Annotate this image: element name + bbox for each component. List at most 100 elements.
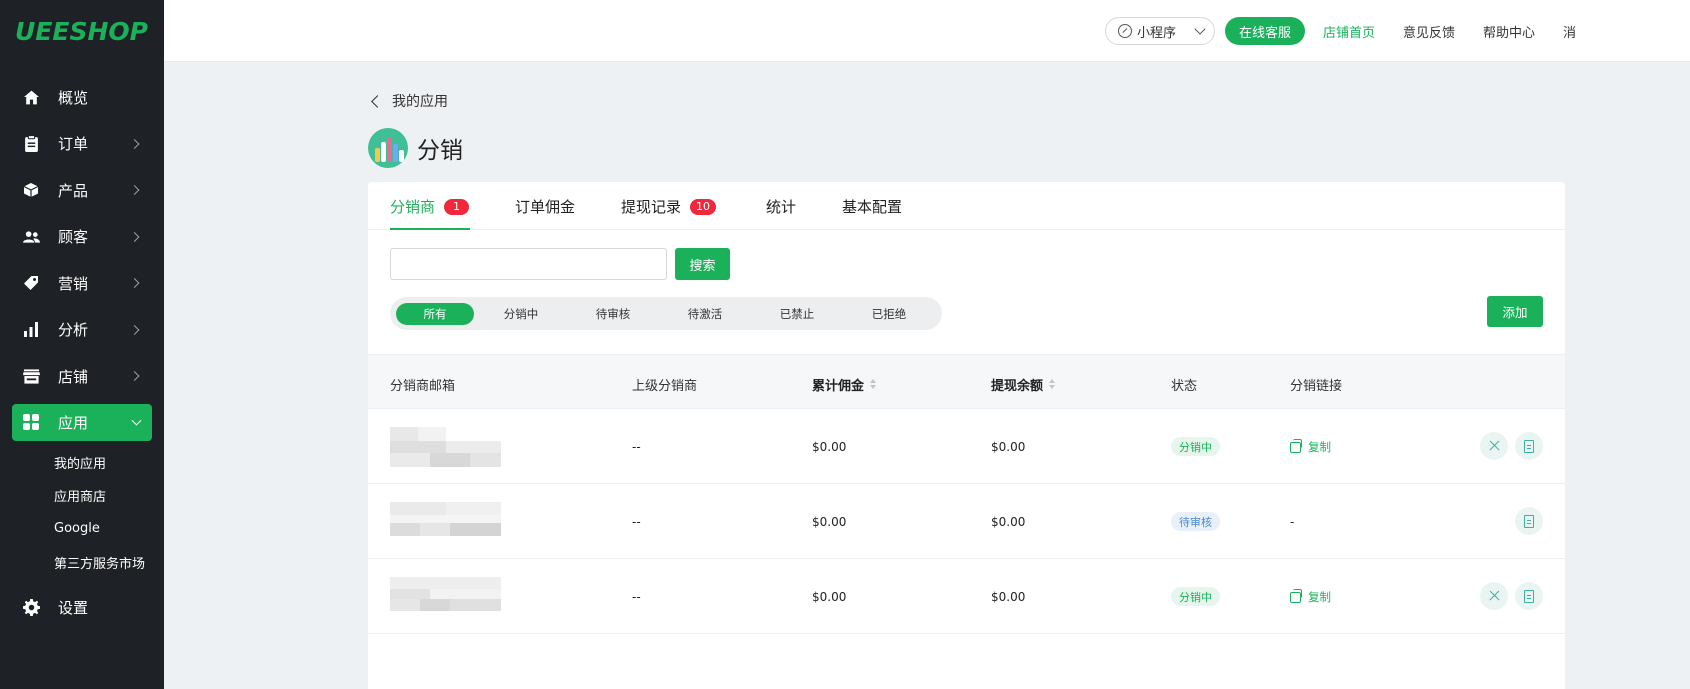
sidebar-item-label: 订单 — [58, 135, 89, 154]
users-icon — [22, 228, 40, 246]
table-header: 分销商邮箱 上级分销商 累计佣金 提现余额 状态 分销链接 — [368, 354, 1565, 409]
status-badge: 待审核 — [1171, 512, 1220, 531]
chevron-down-icon — [131, 415, 142, 426]
subnav-my-apps[interactable]: 我的应用 — [0, 446, 164, 479]
bar-chart-icon — [22, 321, 40, 339]
add-button[interactable]: 添加 — [1487, 296, 1543, 327]
parent-value: -- — [632, 440, 641, 454]
commission-value: $0.00 — [812, 515, 847, 529]
commission-value: $0.00 — [812, 440, 847, 454]
sidebar-item-orders[interactable]: 订单 — [0, 121, 164, 168]
reject-button[interactable] — [1480, 582, 1508, 610]
gear-icon — [22, 599, 40, 617]
sidebar-nav: 概览 订单 产品 顾客 营销 分析 店铺 应用 我的应用 应用商店 Google… — [0, 74, 164, 631]
tab-withdrawal-records[interactable]: 提现记录 10 — [621, 196, 717, 217]
filter-pending-activation[interactable]: 待激活 — [666, 303, 744, 325]
subnav-third-party-market[interactable]: 第三方服务市场 — [0, 545, 164, 578]
main-panel: 分销商 1 订单佣金 提现记录 10 统计 基本配置 搜索 所有 分销中 待审核… — [368, 182, 1565, 689]
messages-link[interactable]: 消 — [1563, 22, 1576, 41]
tab-order-commission[interactable]: 订单佣金 — [515, 196, 575, 217]
chevron-right-icon — [129, 324, 140, 335]
filter-banned[interactable]: 已禁止 — [758, 303, 836, 325]
col-status: 状态 — [1171, 379, 1198, 394]
sidebar-item-store[interactable]: 店铺 — [0, 353, 164, 400]
status-badge: 分销中 — [1171, 437, 1220, 456]
filter-rejected[interactable]: 已拒绝 — [850, 303, 928, 325]
subnav-google[interactable]: Google — [0, 512, 164, 545]
details-button[interactable] — [1515, 507, 1543, 535]
sidebar-item-settings[interactable]: 设置 — [0, 585, 164, 632]
feedback-link[interactable]: 意见反馈 — [1403, 22, 1455, 41]
mini-program-label: 小程序 — [1137, 25, 1177, 41]
balance-value: $0.00 — [991, 590, 1026, 604]
document-icon — [1524, 514, 1534, 528]
subnav-app-store[interactable]: 应用商店 — [0, 479, 164, 512]
search-button[interactable]: 搜索 — [675, 248, 730, 280]
tab-distributors[interactable]: 分销商 1 — [390, 196, 470, 217]
box-icon — [22, 181, 40, 199]
back-to-my-apps[interactable]: 我的应用 — [370, 91, 448, 111]
help-center-link[interactable]: 帮助中心 — [1483, 22, 1535, 41]
chevron-left-icon — [371, 94, 384, 108]
col-email: 分销商邮箱 — [390, 379, 456, 394]
col-label: 提现余额 — [991, 379, 1044, 394]
app-icon — [368, 128, 408, 168]
online-service-button[interactable]: 在线客服 — [1225, 17, 1305, 45]
col-link: 分销链接 — [1290, 379, 1343, 394]
document-icon — [1524, 439, 1534, 453]
sidebar-item-marketing[interactable]: 营销 — [0, 260, 164, 307]
copy-link-button[interactable]: 复制 — [1290, 438, 1331, 455]
table-row: -- $0.00 $0.00 分销中 复制 — [368, 409, 1565, 484]
filter-distributing[interactable]: 分销中 — [482, 303, 560, 325]
sidebar-item-overview[interactable]: 概览 — [0, 74, 164, 121]
reject-button[interactable] — [1480, 432, 1508, 460]
sidebar-item-label: 概览 — [58, 88, 89, 107]
logo[interactable]: UEESHOP — [0, 0, 164, 62]
filter-pending-review[interactable]: 待审核 — [574, 303, 652, 325]
tab-statistics[interactable]: 统计 — [766, 196, 796, 217]
search-input[interactable] — [390, 248, 667, 280]
chevron-right-icon — [129, 185, 140, 196]
tab-label: 分销商 — [390, 198, 436, 216]
copy-link-button[interactable]: 复制 — [1290, 588, 1331, 605]
chevron-right-icon — [129, 371, 140, 382]
filter-all[interactable]: 所有 — [396, 303, 474, 325]
col-balance[interactable]: 提现余额 — [991, 375, 1056, 394]
sidebar-item-products[interactable]: 产品 — [0, 167, 164, 214]
tab-label: 统计 — [766, 198, 797, 216]
home-icon — [22, 88, 40, 106]
logo-text: UEESHOP — [15, 16, 148, 46]
sort-icon — [1049, 379, 1056, 390]
tab-label: 基本配置 — [842, 198, 903, 216]
details-button[interactable] — [1515, 582, 1543, 610]
sidebar-item-label: 产品 — [58, 181, 89, 200]
sidebar-item-customers[interactable]: 顾客 — [0, 214, 164, 261]
copy-icon — [1290, 438, 1302, 453]
active-tab-indicator — [390, 228, 470, 230]
mini-program-dropdown[interactable]: 小程序 — [1105, 17, 1215, 45]
sidebar-item-analytics[interactable]: 分析 — [0, 307, 164, 354]
sidebar-item-label: 应用 — [58, 413, 89, 432]
breadcrumb-label: 我的应用 — [392, 94, 448, 110]
tab-label: 订单佣金 — [515, 198, 576, 216]
apps-submenu: 我的应用 应用商店 Google 第三方服务市场 — [0, 446, 164, 579]
count-badge: 1 — [444, 198, 470, 215]
tab-basic-config[interactable]: 基本配置 — [842, 196, 902, 217]
sort-icon — [870, 379, 877, 390]
col-commission[interactable]: 累计佣金 — [812, 375, 877, 394]
redacted-email — [390, 427, 501, 467]
chevron-right-icon — [129, 278, 140, 289]
details-button[interactable] — [1515, 432, 1543, 460]
chevron-right-icon — [129, 231, 140, 242]
document-icon — [1524, 589, 1534, 603]
topbar: 小程序 在线客服 店铺首页 意见反馈 帮助中心 消 — [164, 0, 1690, 62]
store-home-link[interactable]: 店铺首页 — [1323, 22, 1375, 41]
copy-icon — [1290, 588, 1302, 603]
sidebar-item-label: 分析 — [58, 321, 89, 340]
link-value: - — [1290, 515, 1295, 529]
sidebar: UEESHOP 概览 订单 产品 顾客 营销 分析 店铺 应用 我的应用 应用商… — [0, 0, 164, 689]
sidebar-item-apps[interactable]: 应用 — [12, 403, 152, 441]
clipboard-icon — [22, 135, 40, 153]
link-icon — [1118, 24, 1132, 38]
status-badge: 分销中 — [1171, 587, 1220, 606]
